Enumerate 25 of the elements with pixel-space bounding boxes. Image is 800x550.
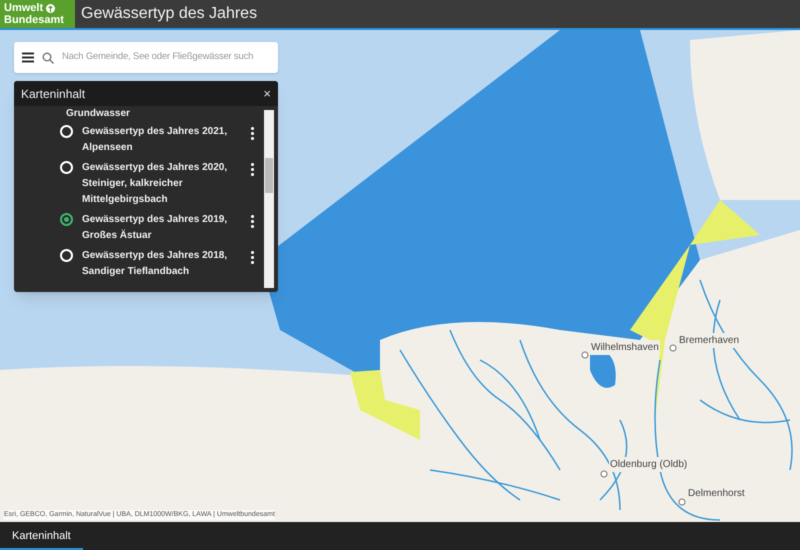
- layer-label: Grundwasser: [66, 107, 131, 120]
- place-label: Wilhelmshaven: [590, 340, 660, 355]
- more-icon[interactable]: [251, 127, 254, 140]
- logo-text: Umwelt: [4, 2, 44, 14]
- search-input[interactable]: Nach Gemeinde, See oder Fließgewässer such: [62, 50, 274, 65]
- menu-icon[interactable]: [22, 52, 34, 63]
- layer-label[interactable]: Gewässertyp des Jahres 2019, Großes Ästuar: [82, 212, 243, 244]
- place-label: Bremerhaven: [678, 333, 740, 348]
- logo-text: Bundesamt: [4, 14, 65, 26]
- search-icon: [42, 52, 54, 64]
- layer-label[interactable]: Gewässertyp des Jahres 2020, Steiniger, kalkreicher Mittelgebirgsbach: [82, 160, 243, 208]
- place-label: Oldenburg (Oldb): [609, 457, 688, 472]
- close-button[interactable]: ×: [263, 87, 271, 100]
- panel-title: Karteninhalt: [21, 86, 86, 102]
- app-title: Gewässertyp des Jahres: [81, 4, 258, 24]
- panel-tab[interactable]: Karteninhalt: [0, 524, 83, 550]
- layer-label[interactable]: Gewässertyp des Jahres 2018, Sandiger Tieflandbach: [82, 248, 243, 280]
- more-icon[interactable]: [251, 215, 254, 228]
- layer-label[interactable]: Gewässertyp des Jahres 2021, Alpenseen: [82, 124, 243, 156]
- more-icon[interactable]: [251, 163, 254, 176]
- search-field[interactable]: Nach Gemeinde, See oder Fließgewässer such: [14, 42, 278, 73]
- tree-icon: [46, 4, 56, 12]
- more-icon[interactable]: [251, 251, 254, 264]
- scrollbar[interactable]: [264, 110, 274, 288]
- radio-button[interactable]: [60, 213, 73, 226]
